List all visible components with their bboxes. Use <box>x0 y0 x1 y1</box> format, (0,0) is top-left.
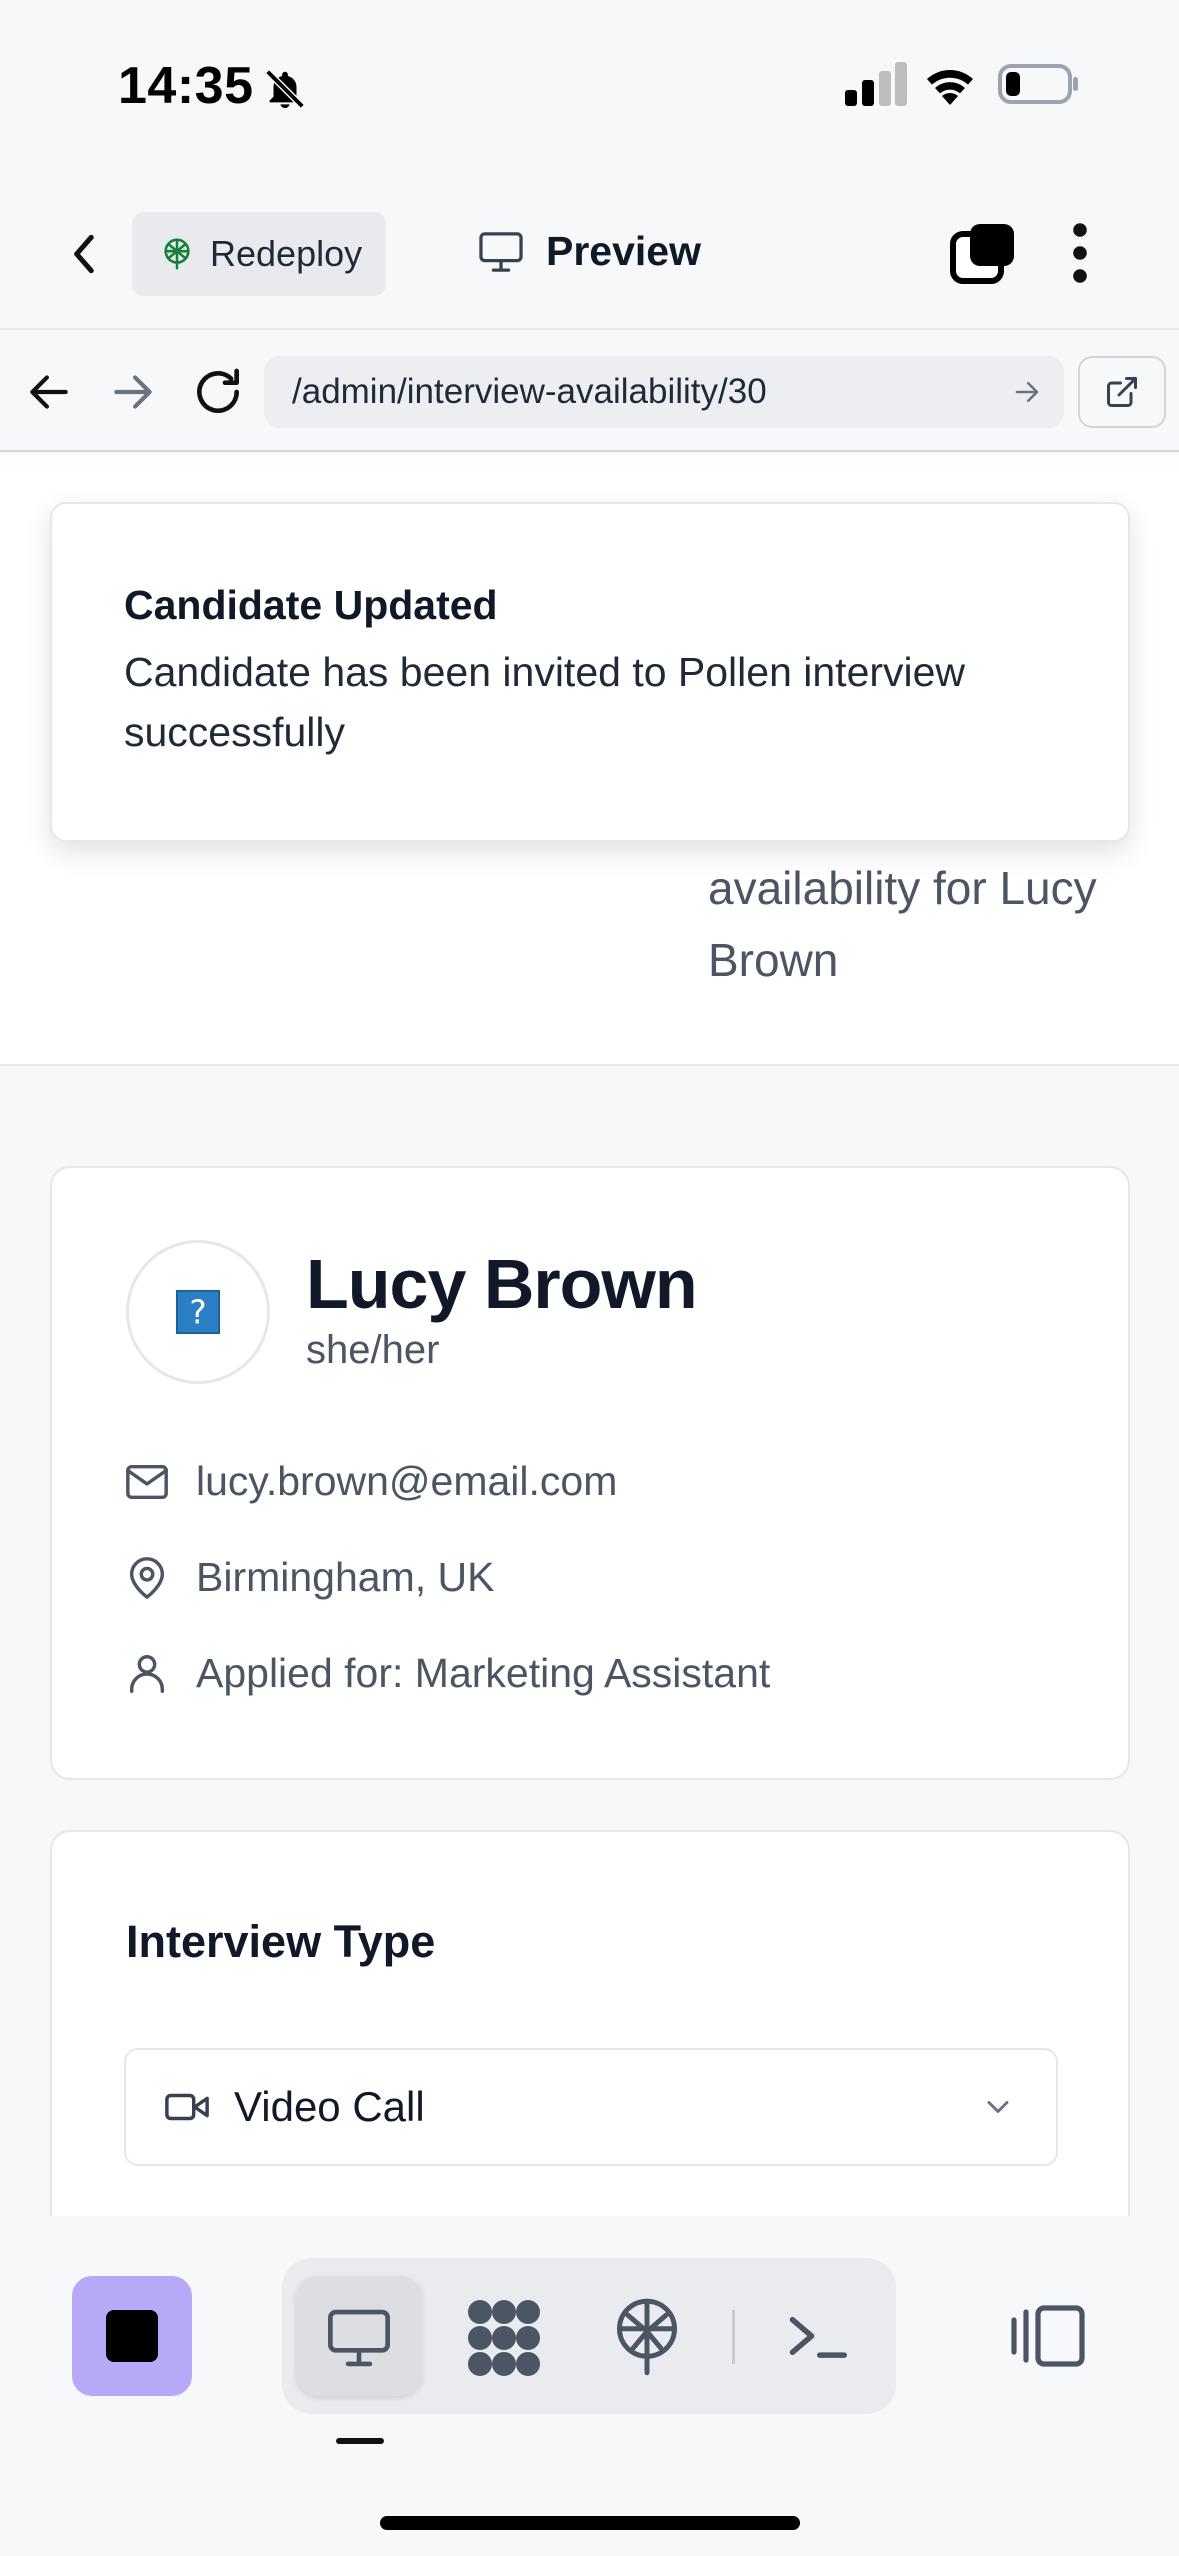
stop-button[interactable] <box>72 2276 192 2396</box>
video-icon <box>165 2093 209 2121</box>
arrow-left-icon[interactable] <box>24 367 74 417</box>
interview-type-select[interactable]: Video Call <box>124 2048 1058 2166</box>
stop-icon <box>106 2310 158 2362</box>
tool-separator <box>732 2310 735 2364</box>
chevron-left-icon[interactable] <box>60 225 110 283</box>
map-pin-icon <box>129 1556 165 1599</box>
user-icon <box>129 1654 165 1693</box>
chevron-down-icon <box>987 2101 1009 2113</box>
broken-image-icon: ? <box>175 1289 221 1335</box>
toast-notification[interactable]: Candidate Updated Candidate has been inv… <box>50 502 1130 842</box>
url-field[interactable]: /admin/interview-availability/30 <box>264 356 1064 428</box>
page-subtitle: availability for Lucy Brown <box>708 862 1097 986</box>
mail-icon <box>126 1464 168 1499</box>
tree-icon <box>164 238 190 270</box>
location-row: Birmingham, UK <box>124 1554 494 1601</box>
grid-icon[interactable] <box>464 2300 544 2376</box>
toast-title: Candidate Updated <box>124 582 498 628</box>
tree-icon[interactable] <box>614 2298 680 2376</box>
candidate-pronouns: she/her <box>306 1328 440 1372</box>
open-external-button[interactable] <box>1078 356 1166 428</box>
wifi-icon <box>927 70 973 105</box>
home-indicator <box>380 2516 800 2530</box>
monitor-icon <box>479 231 523 272</box>
stacked-squares-icon[interactable] <box>950 222 1016 284</box>
interview-type-value: Video Call <box>234 2083 425 2130</box>
candidate-email: lucy.brown@email.com <box>196 1458 618 1504</box>
candidate-name: Lucy Brown <box>306 1245 698 1323</box>
avatar: ? <box>126 1240 270 1384</box>
external-link-icon <box>1107 377 1137 407</box>
candidate-location: Birmingham, UK <box>196 1554 495 1600</box>
url-text: /admin/interview-availability/30 <box>292 372 767 411</box>
bell-slash-icon <box>265 69 305 109</box>
more-vertical-icon[interactable] <box>1068 222 1092 284</box>
battery-icon <box>998 64 1078 104</box>
signal-icon <box>845 62 907 106</box>
applied-row: Applied for: Marketing Assistant <box>124 1650 770 1697</box>
arrow-right-icon[interactable] <box>108 367 158 417</box>
preview-tab[interactable]: Preview <box>478 228 701 275</box>
active-tab-indicator <box>336 2438 384 2444</box>
candidate-applied-for: Applied for: Marketing Assistant <box>196 1650 771 1696</box>
toast-message: Candidate has been invited to Pollen int… <box>124 649 966 755</box>
go-arrow-icon[interactable] <box>1012 377 1042 407</box>
preview-label: Preview <box>546 228 701 274</box>
terminal-icon[interactable] <box>784 2306 850 2366</box>
redeploy-button[interactable]: Redeploy <box>132 212 386 296</box>
interview-type-title: Interview Type <box>126 1916 436 1967</box>
svg-text:?: ? <box>189 1294 206 1332</box>
refresh-icon[interactable] <box>190 364 246 420</box>
email-row: lucy.brown@email.com <box>124 1458 617 1505</box>
panel-icon[interactable] <box>1006 2304 1086 2368</box>
redeploy-label: Redeploy <box>210 233 363 274</box>
interview-type-card: Interview Type Video Call <box>50 1830 1130 2216</box>
candidate-card: ? Lucy Brown she/her lucy.brown@email.co… <box>50 1166 1130 1780</box>
status-time: 14:35 <box>118 57 254 115</box>
monitor-icon <box>328 2309 390 2367</box>
